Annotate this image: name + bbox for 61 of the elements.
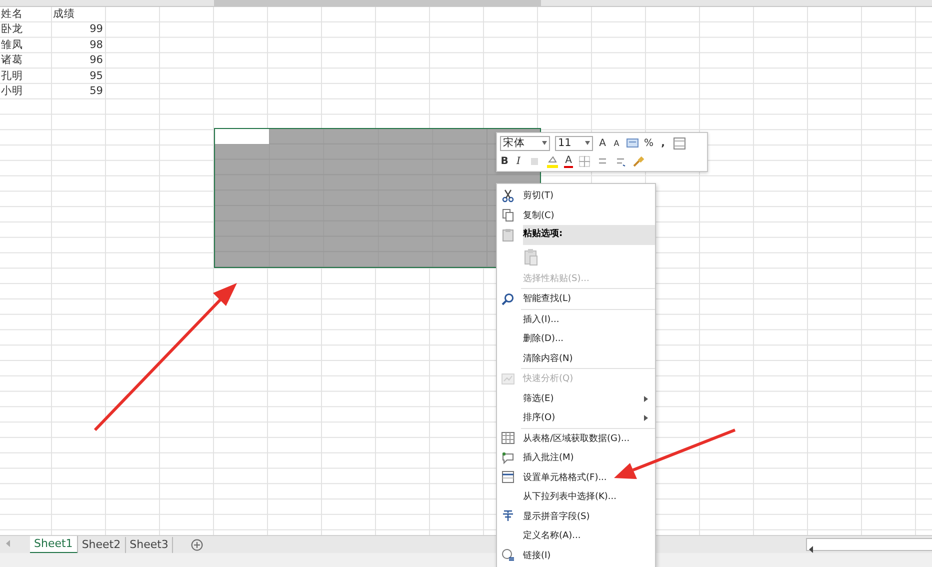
pinyin-icon: [501, 509, 515, 524]
clipboard-icon[interactable]: [523, 248, 539, 266]
table-cell-text: 孔明: [0, 68, 24, 84]
submenu-arrow-icon: [644, 396, 648, 402]
menu-item[interactable]: 从下拉列表中选择(K)...: [497, 487, 655, 506]
table-cell-text: 诸葛: [0, 53, 24, 68]
caret-icon: [585, 141, 590, 145]
table-cell-text: 雏凤: [0, 38, 24, 53]
table-cell-text: 成绩: [52, 7, 76, 22]
percent-button[interactable]: %: [644, 138, 654, 148]
table-cell-text: 99: [88, 22, 104, 38]
bold-button[interactable]: B: [500, 156, 509, 166]
table-cell-text: 59: [88, 84, 104, 99]
table-cell-text: 95: [88, 68, 104, 84]
grow-font-button[interactable]: A: [598, 138, 607, 148]
menu-item[interactable]: 插入(I)...: [497, 310, 655, 329]
menu-item[interactable]: 智能查找(L): [497, 289, 655, 308]
menu-item[interactable]: 排序(O): [497, 408, 655, 428]
sheet-tab[interactable]: Sheet1: [30, 536, 78, 554]
scissors-icon: [501, 188, 515, 203]
menu-item[interactable]: 链接(I): [497, 546, 655, 565]
horizontal-scrollbar[interactable]: [806, 538, 932, 551]
font-size-dropdown[interactable]: 11: [555, 136, 593, 150]
table-cell-text: 96: [88, 53, 104, 68]
table-cell-text: 卧龙: [0, 22, 24, 38]
italic-button[interactable]: I: [514, 156, 523, 166]
table-icon: [501, 431, 515, 446]
format-painter-icon[interactable]: [632, 154, 645, 168]
active-cell[interactable]: [215, 129, 269, 144]
menu-item[interactable]: 插入批注(M): [497, 448, 655, 468]
menu-item[interactable]: 显示拼音字段(S): [497, 506, 655, 526]
submenu-arrow-icon: [644, 415, 648, 421]
cell-style-icon[interactable]: [626, 136, 639, 150]
font-name-dropdown[interactable]: 宋体: [500, 136, 550, 150]
menu-item[interactable]: 筛选(E): [497, 388, 655, 408]
add-sheet-icon[interactable]: [191, 538, 204, 550]
comma-button[interactable]: ,: [658, 138, 668, 148]
comment-icon: [501, 450, 515, 465]
clipboard-icon: [501, 228, 515, 242]
search-icon: [501, 292, 515, 306]
table-cell-text: 小明: [0, 84, 24, 99]
link-icon: [501, 548, 515, 562]
merge-cells-icon[interactable]: [672, 136, 686, 150]
menu-item[interactable]: 复制(C): [497, 206, 655, 225]
copy-icon: [501, 208, 515, 222]
shrink-font-button[interactable]: A: [612, 138, 621, 148]
table-cell-text: 姓名: [0, 7, 24, 22]
border-icon[interactable]: [578, 154, 591, 168]
menu-item[interactable]: 剪切(T): [497, 186, 655, 206]
font-color-button[interactable]: A: [564, 154, 573, 168]
menu-item[interactable]: 清除内容(N): [497, 348, 655, 368]
fill-color-icon[interactable]: [546, 154, 559, 168]
menu-item[interactable]: 设置单元格格式(F)...: [497, 468, 655, 487]
menu-item[interactable]: 删除(D)...: [497, 329, 655, 348]
format-cells-icon: [501, 470, 515, 484]
menu-section-header: 粘贴选项:: [523, 225, 655, 244]
table-cell-text: 98: [88, 38, 104, 53]
menu-item[interactable]: 从表格/区域获取数据(G)...: [497, 428, 655, 448]
chart-icon: [501, 372, 515, 386]
menu-item[interactable]: 定义名称(A)...: [497, 526, 655, 546]
caret-icon: [542, 141, 547, 145]
